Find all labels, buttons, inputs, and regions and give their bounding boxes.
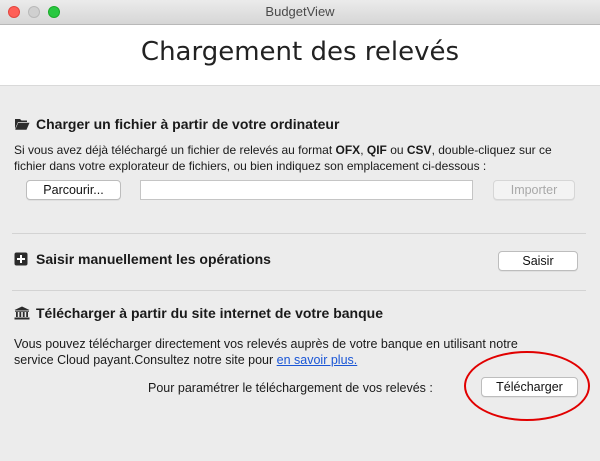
bank-section-description-line2: service Cloud payant.Consultez notre sit… (14, 353, 358, 367)
bank-icon (14, 306, 30, 320)
window-title: BudgetView (265, 4, 335, 19)
file-path-input[interactable] (140, 180, 473, 200)
page-title: Chargement des relevés (140, 37, 460, 67)
format-qif: QIF (366, 143, 387, 157)
title-bar: BudgetView (0, 0, 600, 25)
manual-section-title-text: Saisir manuellement les opérations (36, 251, 271, 267)
download-button[interactable]: Télécharger (481, 377, 578, 397)
section-divider (12, 233, 586, 234)
bank-section-title: Télécharger à partir du site internet de… (14, 305, 383, 321)
bank-section-description: Vous pouvez télécharger directement vos … (14, 336, 518, 368)
page-header: Chargement des relevés (0, 25, 600, 86)
format-ofx: OFX (335, 143, 361, 157)
browse-button[interactable]: Parcourir... (26, 180, 121, 200)
file-section-description-line2: fichier dans votre explorateur de fichie… (14, 159, 487, 173)
learn-more-link[interactable]: en savoir plus. (277, 353, 358, 367)
section-divider (12, 290, 586, 291)
bank-section-description-line1: Vous pouvez télécharger directement vos … (14, 337, 518, 351)
app-window: BudgetView Chargement des relevés Charge… (0, 0, 600, 461)
plus-square-icon (14, 252, 30, 266)
manual-section-title: Saisir manuellement les opérations (14, 251, 271, 267)
format-csv: CSV (406, 143, 432, 157)
file-section-description-line1: Si vous avez déjà téléchargé un fichier … (14, 143, 552, 157)
file-section-description: Si vous avez déjà téléchargé un fichier … (14, 142, 552, 174)
file-section-title-text: Charger un fichier à partir de votre ord… (36, 116, 340, 132)
folder-open-icon (14, 117, 30, 131)
bank-section-title-text: Télécharger à partir du site internet de… (36, 305, 383, 321)
download-prompt: Pour paramétrer le téléchargement de vos… (148, 381, 433, 395)
manual-entry-button[interactable]: Saisir (498, 251, 578, 271)
import-button[interactable]: Importer (493, 180, 575, 200)
file-section-title: Charger un fichier à partir de votre ord… (14, 116, 339, 132)
